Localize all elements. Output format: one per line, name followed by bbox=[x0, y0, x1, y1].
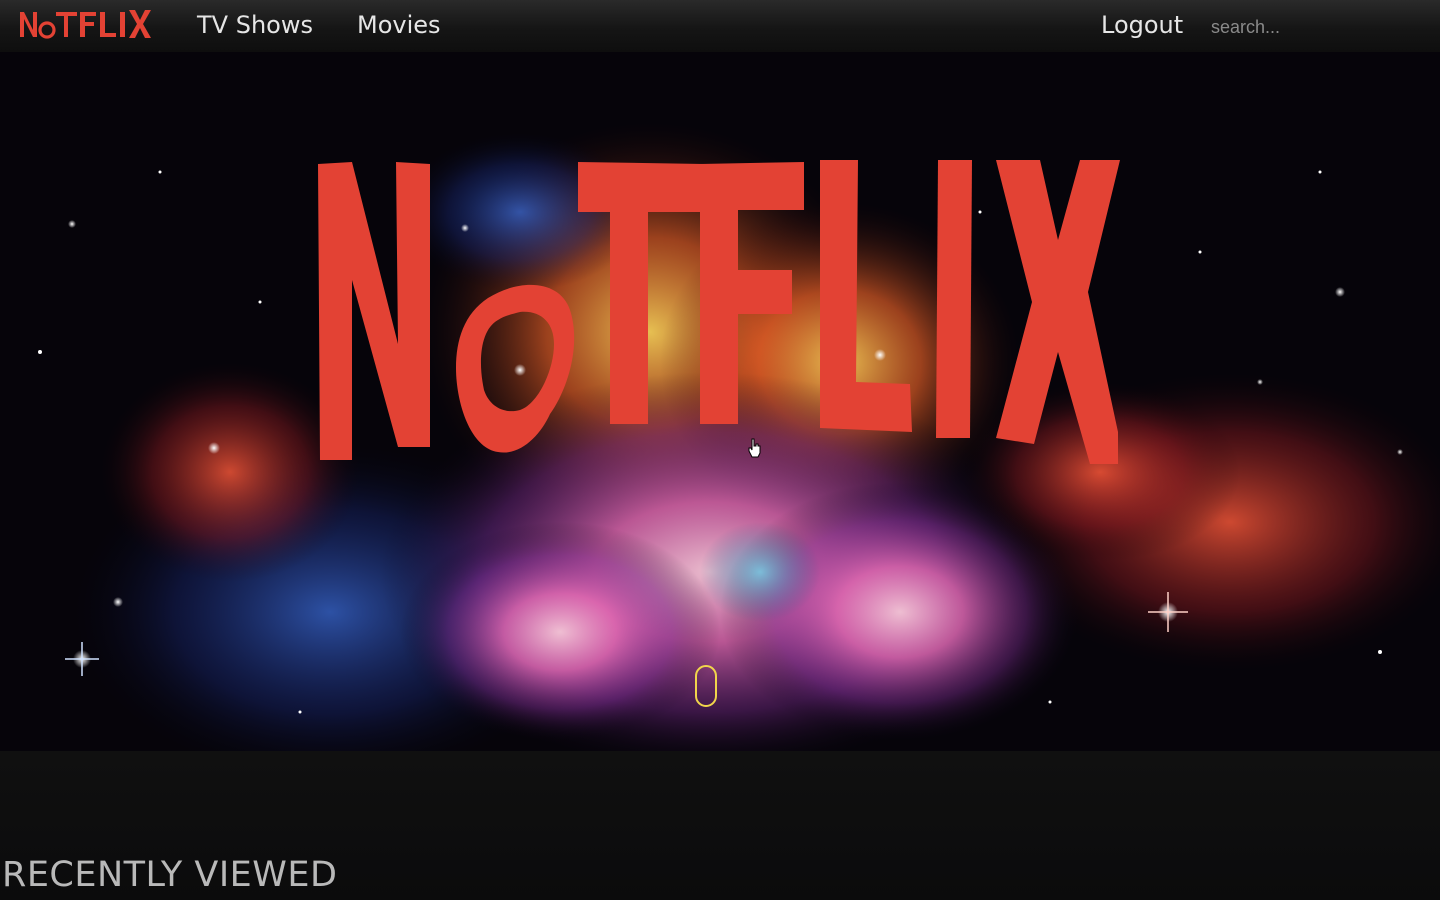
top-navbar: TV Shows Movies Logout bbox=[0, 0, 1440, 52]
hero-notflix-logo bbox=[318, 160, 1120, 464]
logout-link[interactable]: Logout bbox=[1101, 11, 1183, 39]
scroll-mouse-icon[interactable] bbox=[695, 665, 717, 707]
hero-banner bbox=[0, 52, 1440, 751]
nav-tv-shows-link[interactable]: TV Shows bbox=[197, 11, 313, 39]
recently-viewed-heading: RECENTLY VIEWED bbox=[2, 855, 338, 895]
notflix-logo[interactable] bbox=[18, 4, 152, 42]
hand-pointer-cursor-icon bbox=[748, 438, 761, 458]
nav-movies-link[interactable]: Movies bbox=[357, 11, 441, 39]
search-input[interactable] bbox=[1205, 12, 1417, 42]
